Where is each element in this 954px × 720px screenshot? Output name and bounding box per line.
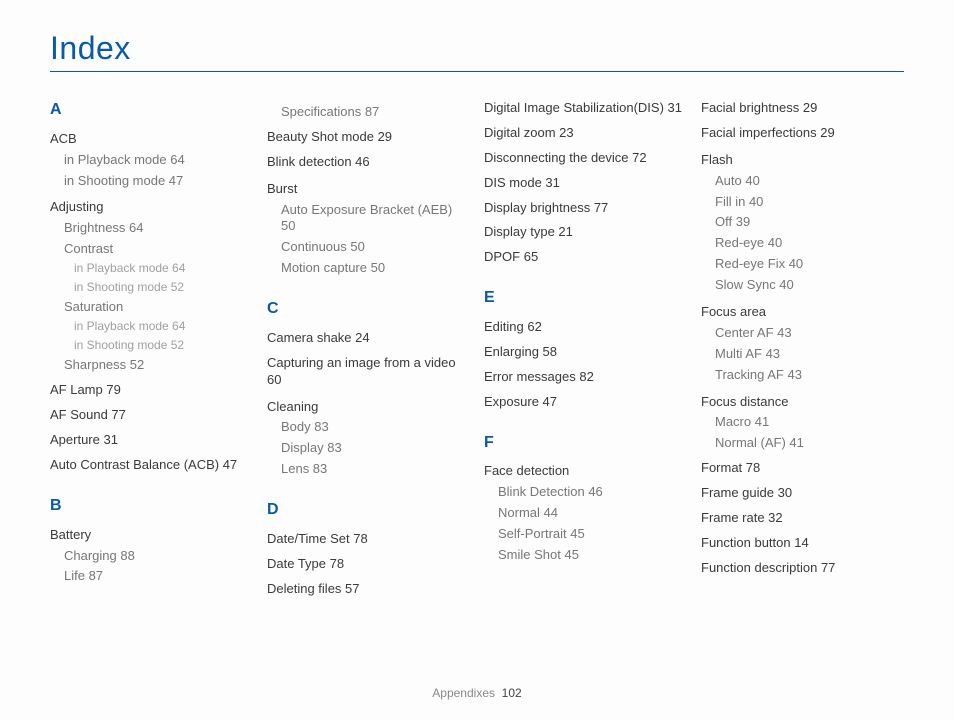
- entry-acb-shooting: in Shooting mode 47: [50, 173, 253, 190]
- entry-function-description: Function description 77: [701, 560, 904, 577]
- entry-facial-brightness: Facial brightness 29: [701, 100, 904, 117]
- entry-exposure: Exposure 47: [484, 394, 687, 411]
- entry-flash-slowsync: Slow Sync 40: [701, 277, 904, 294]
- entry-smile-shot: Smile Shot 45: [484, 547, 687, 564]
- entry-specifications: Specifications 87: [267, 104, 470, 121]
- entry-dis: Digital Image Stabilization(DIS) 31: [484, 100, 687, 117]
- entry-facial-imperfections: Facial imperfections 29: [701, 125, 904, 142]
- entry-camera-shake: Camera shake 24: [267, 330, 470, 347]
- column-4: Facial brightness 29 Facial imperfection…: [701, 100, 904, 676]
- entry-sharpness: Sharpness 52: [50, 357, 253, 374]
- entry-lens: Lens 83: [267, 461, 470, 478]
- entry-adjusting: Adjusting: [50, 199, 253, 216]
- entry-error-messages: Error messages 82: [484, 369, 687, 386]
- entry-deleting-files: Deleting files 57: [267, 581, 470, 598]
- entry-disconnecting: Disconnecting the device 72: [484, 150, 687, 167]
- entry-tracking-af: Tracking AF 43: [701, 367, 904, 384]
- letter-f: F: [484, 433, 687, 454]
- entry-brightness: Brightness 64: [50, 220, 253, 237]
- entry-af-sound: AF Sound 77: [50, 407, 253, 424]
- entry-normal: Normal 44: [484, 505, 687, 522]
- entry-digital-zoom: Digital zoom 23: [484, 125, 687, 142]
- entry-multi-af: Multi AF 43: [701, 346, 904, 363]
- letter-c: C: [267, 299, 470, 320]
- entry-saturation: Saturation: [50, 299, 253, 316]
- column-3: Digital Image Stabilization(DIS) 31 Digi…: [484, 100, 687, 676]
- entry-self-portrait: Self-Portrait 45: [484, 526, 687, 543]
- entry-flash-redeye: Red-eye 40: [701, 235, 904, 252]
- entry-charging: Charging 88: [50, 548, 253, 565]
- entry-enlarging: Enlarging 58: [484, 344, 687, 361]
- entry-blink-detection-sub: Blink Detection 46: [484, 484, 687, 501]
- letter-e: E: [484, 288, 687, 309]
- entry-focus-area: Focus area: [701, 304, 904, 321]
- entry-motion-capture: Motion capture 50: [267, 260, 470, 277]
- index-page: Index A ACB in Playback mode 64 in Shoot…: [0, 0, 954, 720]
- letter-d: D: [267, 500, 470, 521]
- entry-editing: Editing 62: [484, 319, 687, 336]
- entry-format: Format 78: [701, 460, 904, 477]
- entry-aeb: Auto Exposure Bracket (AEB) 50: [267, 202, 470, 236]
- entry-acb-playback: in Playback mode 64: [50, 152, 253, 169]
- entry-aperture: Aperture 31: [50, 432, 253, 449]
- entry-contrast: Contrast: [50, 241, 253, 258]
- entry-display-type: Display type 21: [484, 224, 687, 241]
- index-columns: A ACB in Playback mode 64 in Shooting mo…: [50, 100, 904, 676]
- entry-beauty-shot: Beauty Shot mode 29: [267, 129, 470, 146]
- entry-cleaning: Cleaning: [267, 399, 470, 416]
- entry-display-brightness: Display brightness 77: [484, 200, 687, 217]
- column-1: A ACB in Playback mode 64 in Shooting mo…: [50, 100, 253, 676]
- entry-flash-off: Off 39: [701, 214, 904, 231]
- entry-display: Display 83: [267, 440, 470, 457]
- entry-saturation-playback: in Playback mode 64: [50, 319, 253, 335]
- entry-capture-image: Capturing an image from a video 60: [267, 355, 470, 389]
- entry-contrast-playback: in Playback mode 64: [50, 261, 253, 277]
- footer-page-number: 102: [502, 686, 522, 700]
- page-title: Index: [50, 30, 904, 72]
- entry-dis-mode: DIS mode 31: [484, 175, 687, 192]
- entry-blink-detection: Blink detection 46: [267, 154, 470, 171]
- entry-flash-redeye-fix: Red-eye Fix 40: [701, 256, 904, 273]
- entry-focus-distance: Focus distance: [701, 394, 904, 411]
- entry-continuous: Continuous 50: [267, 239, 470, 256]
- entry-normal-af: Normal (AF) 41: [701, 435, 904, 452]
- entry-battery: Battery: [50, 527, 253, 544]
- entry-life: Life 87: [50, 568, 253, 585]
- entry-flash-auto: Auto 40: [701, 173, 904, 190]
- entry-flash-fillin: Fill in 40: [701, 194, 904, 211]
- entry-contrast-shooting: in Shooting mode 52: [50, 280, 253, 296]
- entry-acb: ACB: [50, 131, 253, 148]
- column-2: Specifications 87 Beauty Shot mode 29 Bl…: [267, 100, 470, 676]
- entry-face-detection: Face detection: [484, 463, 687, 480]
- entry-datetime-set: Date/Time Set 78: [267, 531, 470, 548]
- entry-macro: Macro 41: [701, 414, 904, 431]
- entry-saturation-shooting: in Shooting mode 52: [50, 338, 253, 354]
- letter-b: B: [50, 496, 253, 517]
- footer-section: Appendixes: [432, 686, 495, 700]
- entry-frame-rate: Frame rate 32: [701, 510, 904, 527]
- entry-af-lamp: AF Lamp 79: [50, 382, 253, 399]
- entry-flash: Flash: [701, 152, 904, 169]
- entry-center-af: Center AF 43: [701, 325, 904, 342]
- letter-a: A: [50, 100, 253, 121]
- entry-acb-full: Auto Contrast Balance (ACB) 47: [50, 457, 253, 474]
- entry-burst: Burst: [267, 181, 470, 198]
- entry-frame-guide: Frame guide 30: [701, 485, 904, 502]
- entry-date-type: Date Type 78: [267, 556, 470, 573]
- entry-function-button: Function button 14: [701, 535, 904, 552]
- entry-dpof: DPOF 65: [484, 249, 687, 266]
- entry-body: Body 83: [267, 419, 470, 436]
- page-footer: Appendixes 102: [50, 676, 904, 700]
